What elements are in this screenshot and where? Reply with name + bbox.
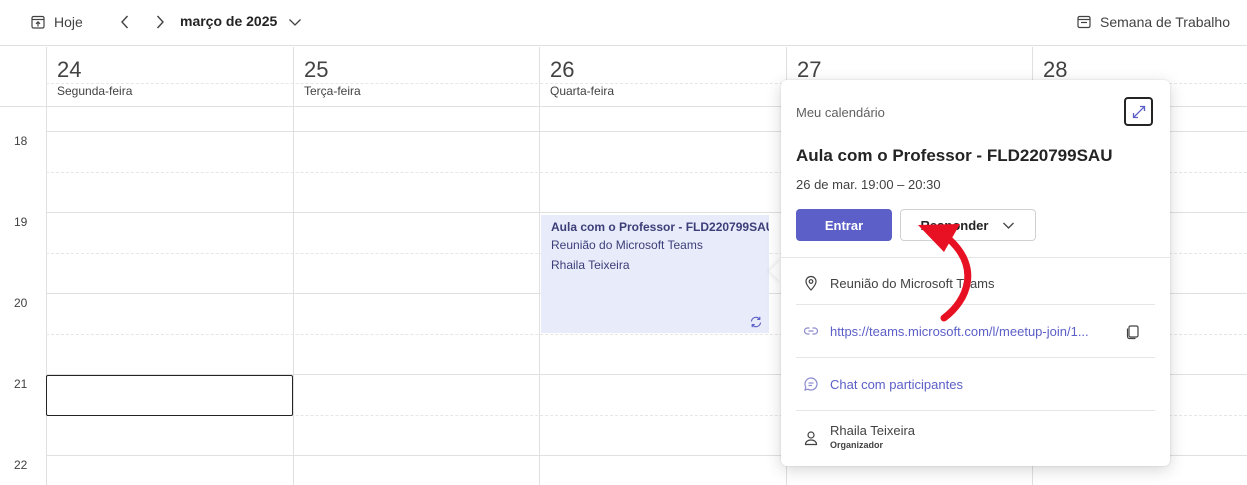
link-icon xyxy=(803,327,819,335)
chevron-left-icon xyxy=(121,15,129,29)
card-event-title: Aula com o Professor - FLD220799SAU xyxy=(796,146,1113,165)
organizer-role: Organizador xyxy=(830,440,884,450)
chevron-down-icon xyxy=(1003,222,1015,229)
hour-label: 21 xyxy=(14,377,28,391)
day-number: 24 xyxy=(57,57,82,82)
calendar-name: Meu calendário xyxy=(796,105,885,120)
recurring-icon xyxy=(750,316,762,328)
selected-time-slot[interactable] xyxy=(46,375,293,416)
day-number: 26 xyxy=(550,57,575,82)
card-divider xyxy=(781,257,1170,258)
card-divider xyxy=(796,410,1155,411)
location-row: Reunião do Microsoft Teams xyxy=(802,274,995,292)
person-icon xyxy=(804,431,818,446)
hour-label: 22 xyxy=(14,458,28,472)
card-divider xyxy=(796,357,1155,358)
hour-label: 18 xyxy=(14,134,28,148)
month-picker-button[interactable] xyxy=(285,12,305,32)
day-number: 27 xyxy=(797,57,822,82)
organizer-name: Rhaila Teixeira xyxy=(830,423,916,438)
event-title: Aula com o Professor - FLD220799SAU xyxy=(551,220,769,234)
day-header-tuesday[interactable]: 25 Terça-feira xyxy=(293,47,539,106)
location-text: Reunião do Microsoft Teams xyxy=(830,275,995,291)
calendar-view-icon xyxy=(1077,15,1091,29)
column-divider xyxy=(46,47,47,485)
card-event-time: 26 de mar. 19:00 – 20:30 xyxy=(796,177,941,192)
card-divider xyxy=(796,304,1155,305)
hour-label: 20 xyxy=(14,296,28,310)
event-details-card: Meu calendário Aula com o Professor - FL… xyxy=(781,80,1170,466)
day-name: Segunda-feira xyxy=(57,84,133,98)
today-label: Hoje xyxy=(54,14,83,30)
view-label: Semana de Trabalho xyxy=(1100,14,1230,30)
meeting-link[interactable]: https://teams.microsoft.com/l/meetup-joi… xyxy=(830,324,1089,339)
event-organizer: Rhaila Teixeira xyxy=(551,258,630,272)
chat-label: Chat com participantes xyxy=(830,376,963,392)
calendar-event[interactable]: Aula com o Professor - FLD220799SAU Reun… xyxy=(541,215,769,333)
month-label[interactable]: março de 2025 xyxy=(180,13,277,29)
day-number: 25 xyxy=(304,57,329,82)
calendar-today-icon xyxy=(31,15,45,29)
day-name: Quarta-feira xyxy=(550,84,615,98)
respond-button[interactable]: Responder xyxy=(900,209,1036,241)
expand-button[interactable] xyxy=(1124,97,1153,126)
day-name: Terça-feira xyxy=(304,84,361,98)
join-label: Entrar xyxy=(824,217,864,233)
location-pin-icon xyxy=(805,275,817,291)
join-button[interactable]: Entrar xyxy=(796,209,892,241)
expand-icon xyxy=(1132,105,1145,118)
chat-row[interactable]: Chat com participantes xyxy=(802,375,963,393)
day-header-monday[interactable]: 24 Segunda-feira xyxy=(46,47,293,106)
day-number: 28 xyxy=(1043,57,1068,82)
previous-week-button[interactable] xyxy=(113,10,137,34)
next-week-button[interactable] xyxy=(148,10,172,34)
respond-label: Responder xyxy=(920,217,989,233)
today-button[interactable]: Hoje xyxy=(30,10,83,34)
hour-label: 19 xyxy=(14,215,28,229)
event-location: Reunião do Microsoft Teams xyxy=(551,238,703,252)
column-divider xyxy=(293,47,294,485)
link-row: https://teams.microsoft.com/l/meetup-joi… xyxy=(802,322,1089,340)
chat-icon xyxy=(804,377,818,391)
organizer-row: Rhaila Teixeira Organizador xyxy=(802,423,915,450)
column-divider xyxy=(539,47,540,485)
day-header-wednesday[interactable]: 26 Quarta-feira xyxy=(539,47,786,106)
view-switcher-button[interactable]: Semana de Trabalho xyxy=(1076,10,1230,34)
chevron-right-icon xyxy=(156,15,164,29)
chevron-down-icon xyxy=(289,19,301,26)
copy-icon[interactable] xyxy=(1124,322,1142,340)
calendar-toolbar: Hoje março de 2025 Semana de Trabalho xyxy=(0,0,1247,46)
